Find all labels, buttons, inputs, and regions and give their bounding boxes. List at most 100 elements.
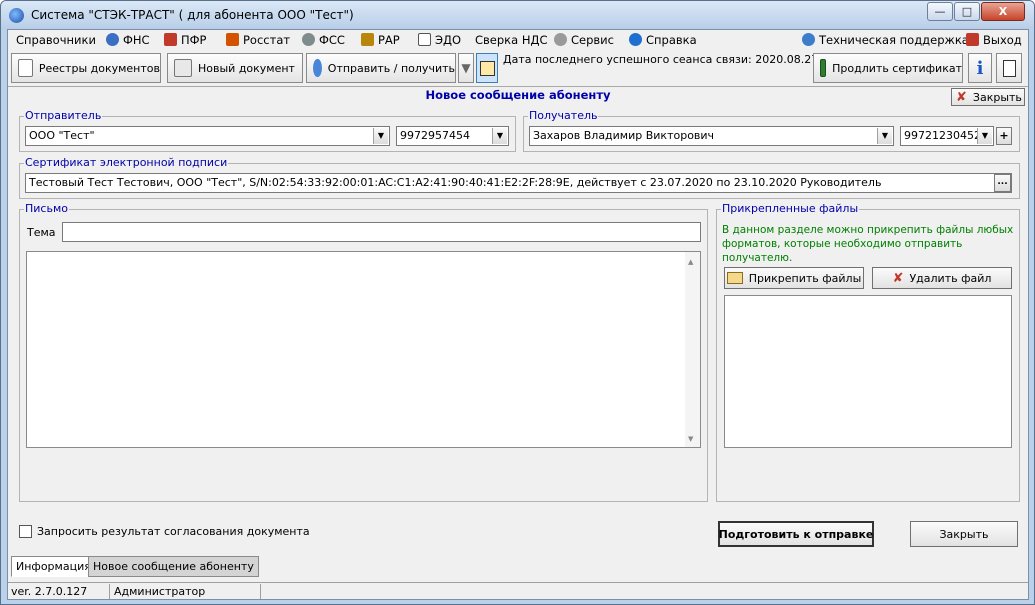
scroll-up-icon[interactable]: ▲	[688, 258, 693, 266]
exit-icon	[966, 33, 979, 46]
request-result-label: Запросить результат согласования докумен…	[37, 525, 310, 538]
chevron-down-icon[interactable]: ▼	[492, 128, 507, 144]
folder-icon	[726, 272, 743, 284]
request-result-checkbox[interactable]	[19, 525, 32, 538]
extend-certificate-button[interactable]: Продлить сертификат	[813, 53, 963, 83]
attach-files-button[interactable]: Прикрепить файлы	[724, 267, 864, 289]
certificate-icon	[820, 59, 827, 77]
status-bar: ver. 2.7.0.127 Администратор	[8, 582, 1028, 600]
menu-edo[interactable]: ЭДО	[418, 33, 461, 48]
letter-group: Письмо Тема ▲ ▼	[19, 202, 708, 502]
menu-rar[interactable]: РАР	[361, 33, 400, 48]
menu-help[interactable]: Справка	[629, 33, 697, 48]
toolbar-separator	[8, 86, 1028, 87]
minimize-button[interactable]: —	[927, 2, 953, 21]
info-button[interactable]: i	[968, 53, 992, 83]
menu-label: Техническая поддержка	[819, 33, 969, 47]
menu-pfr[interactable]: ПФР	[164, 33, 206, 48]
letter-body-textarea[interactable]: ▲ ▼	[26, 251, 701, 448]
letter-body-scrollbar[interactable]: ▲ ▼	[685, 252, 700, 447]
registries-button[interactable]: Реестры документов	[11, 53, 161, 83]
app-window: Система "СТЭК-ТРАСТ" ( для абонента ООО …	[0, 0, 1035, 605]
prepare-send-button[interactable]: Подготовить к отправке	[718, 521, 874, 547]
subject-label: Тема	[27, 226, 56, 239]
button-label: Продлить сертификат	[832, 61, 962, 75]
chevron-down-icon[interactable]: ▼	[877, 128, 892, 144]
last-session-text: Дата последнего успешного сеанса связи: …	[503, 53, 854, 66]
menu-service[interactable]: Сервис	[554, 33, 614, 48]
chevron-down-icon[interactable]: ▼	[977, 128, 992, 144]
add-recipient-button[interactable]: +	[996, 127, 1012, 145]
certificate-browse-button[interactable]: ...	[994, 174, 1011, 192]
certificate-value: Тестовый Тест Тестович, ООО "Тест", S/N:…	[29, 176, 882, 189]
certificate-group-label: Сертификат электронной подписи	[24, 156, 229, 170]
close-window-button[interactable]: X	[981, 2, 1025, 21]
arrow-down-icon: ▼	[461, 61, 471, 75]
sender-inn-select[interactable]: 9972957454 ▼	[396, 126, 509, 146]
menu-support[interactable]: Техническая поддержка	[802, 33, 969, 48]
menu-label: Сервис	[571, 33, 614, 47]
letter-group-label: Письмо	[24, 202, 69, 216]
tab-information[interactable]: Информация	[11, 556, 96, 577]
menu-label: РАР	[378, 33, 400, 47]
recipient-inn-select[interactable]: 997212304527 ▼	[900, 126, 994, 146]
close-top-button[interactable]: ✘ Закрыть	[951, 88, 1025, 106]
menu-exit[interactable]: Выход	[966, 33, 1022, 48]
menu-label: ФНС	[123, 33, 150, 47]
client-area: Справочники ФНС ПФР Росстат ФСС РАР ЭДО …	[7, 29, 1029, 600]
gear-icon	[554, 33, 567, 46]
sync-icon	[313, 59, 322, 77]
menu-label: ФСС	[319, 33, 345, 47]
inbox-icon	[479, 60, 495, 76]
menu-label: ПФР	[181, 33, 207, 47]
attachments-list[interactable]	[724, 295, 1012, 448]
new-document-button[interactable]: Новый документ	[167, 53, 303, 83]
rar-icon	[361, 33, 374, 46]
menu-label: Сверка НДС	[475, 33, 548, 47]
menu-label: Выход	[983, 33, 1022, 47]
menu-sverka-nds[interactable]: Сверка НДС	[475, 33, 548, 48]
version-text: ver. 2.7.0.127	[8, 584, 110, 599]
menu-label: Росстат	[243, 33, 291, 47]
title-bar[interactable]: Система "СТЭК-ТРАСТ" ( для абонента ООО …	[1, 1, 1034, 29]
menu-rosstat[interactable]: Росстат	[226, 33, 290, 48]
attachments-group: Прикрепленные файлы В данном разделе мож…	[716, 202, 1020, 502]
close-bottom-button[interactable]: Закрыть	[910, 521, 1018, 547]
fns-icon	[106, 33, 119, 46]
toolbar: Реестры документов Новый документ Отправ…	[8, 50, 1028, 85]
tab-new-message[interactable]: Новое сообщение абоненту	[88, 556, 259, 577]
button-label: Закрыть	[972, 90, 1022, 104]
subject-input[interactable]	[62, 222, 701, 242]
window-title: Система "СТЭК-ТРАСТ" ( для абонента ООО …	[31, 8, 354, 22]
sender-name-value: ООО "Тест"	[29, 129, 95, 142]
delete-file-button[interactable]: ✘ Удалить файл	[872, 267, 1012, 289]
sender-group: Отправитель ООО "Тест" ▼ 9972957454 ▼	[19, 109, 516, 152]
recipient-name-select[interactable]: Захаров Владимир Викторович ▼	[529, 126, 894, 146]
menu-label: Справка	[646, 33, 697, 47]
attachments-group-label: Прикрепленные файлы	[721, 202, 860, 216]
tab-strip: Информация Новое сообщение абоненту	[8, 554, 1028, 578]
recipient-name-value: Захаров Владимир Викторович	[533, 129, 715, 142]
download-button[interactable]: ▼	[458, 53, 474, 83]
pfr-icon	[164, 33, 177, 46]
sender-inn-value: 9972957454	[400, 129, 470, 142]
fss-icon	[302, 33, 315, 46]
send-receive-button[interactable]: Отправить / получить	[306, 53, 456, 83]
certificate-field[interactable]: Тестовый Тест Тестович, ООО "Тест", S/N:…	[25, 173, 1012, 193]
menu-bar: Справочники ФНС ПФР Росстат ФСС РАР ЭДО …	[8, 30, 1028, 50]
maximize-button[interactable]: □	[954, 2, 980, 21]
button-label: Реестры документов	[38, 61, 160, 75]
menu-fns[interactable]: ФНС	[106, 33, 150, 48]
inbox-button[interactable]	[476, 53, 498, 83]
edo-icon	[418, 33, 431, 46]
menu-spravochniki[interactable]: Справочники	[16, 33, 96, 48]
menu-label: ЭДО	[435, 33, 462, 47]
document-settings-button[interactable]	[996, 53, 1022, 83]
button-label: Отправить / получить	[327, 61, 455, 75]
menu-fss[interactable]: ФСС	[302, 33, 345, 48]
scroll-down-icon[interactable]: ▼	[688, 435, 693, 443]
chevron-down-icon[interactable]: ▼	[373, 128, 388, 144]
app-logo-icon	[9, 8, 24, 23]
certificate-group: Сертификат электронной подписи Тестовый …	[19, 156, 1020, 199]
sender-name-select[interactable]: ООО "Тест" ▼	[25, 126, 390, 146]
